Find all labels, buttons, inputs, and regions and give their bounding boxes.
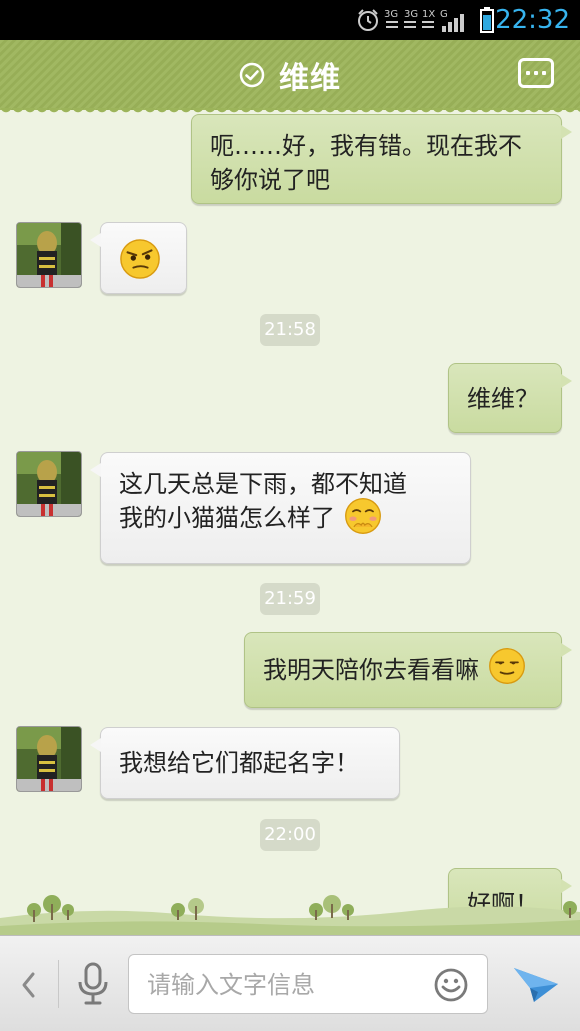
send-icon[interactable] xyxy=(512,962,560,1006)
input-bar xyxy=(0,935,580,1031)
avatar[interactable] xyxy=(16,451,82,517)
battery-icon xyxy=(480,7,494,33)
message-text: 我的小猫猫怎么样了 xyxy=(119,504,335,532)
message-input-field[interactable] xyxy=(128,954,488,1014)
message-text-line: 够你说了吧 xyxy=(210,166,330,194)
avatar-photo xyxy=(17,727,81,791)
network-label-1: 3G xyxy=(384,9,398,20)
message-text: 我想给它们都起名字！ xyxy=(119,749,359,777)
avatar[interactable] xyxy=(16,726,82,792)
network-label-2: 3G xyxy=(404,9,418,20)
grass-hills-decoration xyxy=(0,895,580,936)
title-bar: 维维 xyxy=(0,40,580,116)
more-dot-icon xyxy=(526,71,530,75)
contact-name[interactable]: 维维 xyxy=(279,53,341,97)
check-circle-icon xyxy=(239,62,265,88)
network-label-3: 1X xyxy=(422,9,435,20)
incoming-message[interactable] xyxy=(90,222,187,294)
message-text: 我明天陪你去看看嘛 xyxy=(263,656,479,684)
avatar-photo xyxy=(17,452,81,516)
message-list[interactable]: 呃……好，我有错。现在我不 够你说了吧 21:58 维维？ 这几天总是下雨，都不… xyxy=(0,110,580,935)
more-menu-button[interactable] xyxy=(518,58,554,88)
content-emoji-icon xyxy=(488,648,525,684)
chat-screen: 3G 3G 1X G 22:32 维维 呃……好，我有错。现在我不 够你说了吧 … xyxy=(0,0,580,1031)
network-label-4: G xyxy=(440,9,448,20)
signal-icon: 3G 3G 1X G xyxy=(384,9,464,32)
alarm-icon xyxy=(358,9,378,31)
more-dot-icon xyxy=(542,71,546,75)
message-input[interactable] xyxy=(147,967,417,1003)
avatar[interactable] xyxy=(16,222,82,288)
chevron-left-icon[interactable] xyxy=(18,970,38,1000)
message-text-line: 我的小猫猫怎么样了 xyxy=(119,498,452,536)
divider xyxy=(58,960,59,1008)
shy-emoji-icon xyxy=(344,498,381,534)
avatar-photo xyxy=(17,223,81,287)
status-bar: 3G 3G 1X G 22:32 xyxy=(0,0,580,40)
smiley-icon[interactable] xyxy=(433,967,469,1003)
clock: 22:32 xyxy=(495,5,570,35)
timestamp: 22:00 xyxy=(260,819,320,851)
incoming-message[interactable]: 这几天总是下雨，都不知道 我的小猫猫怎么样了 xyxy=(90,452,471,564)
outgoing-message[interactable]: 我明天陪你去看看嘛 xyxy=(244,632,572,708)
more-dot-icon xyxy=(534,71,538,75)
message-text: 维维？ xyxy=(467,385,539,413)
side-eye-emoji-icon xyxy=(120,239,160,279)
message-text-line: 这几天总是下雨，都不知道 xyxy=(119,470,407,498)
microphone-icon[interactable] xyxy=(76,962,110,1006)
timestamp: 21:58 xyxy=(260,314,320,346)
outgoing-message[interactable]: 维维？ xyxy=(448,363,572,433)
message-text-line: 呃……好，我有错。现在我不 xyxy=(210,132,522,160)
incoming-message[interactable]: 我想给它们都起名字！ xyxy=(90,727,400,799)
outgoing-message[interactable]: 呃……好，我有错。现在我不 够你说了吧 xyxy=(191,114,572,204)
timestamp: 21:59 xyxy=(260,583,320,615)
